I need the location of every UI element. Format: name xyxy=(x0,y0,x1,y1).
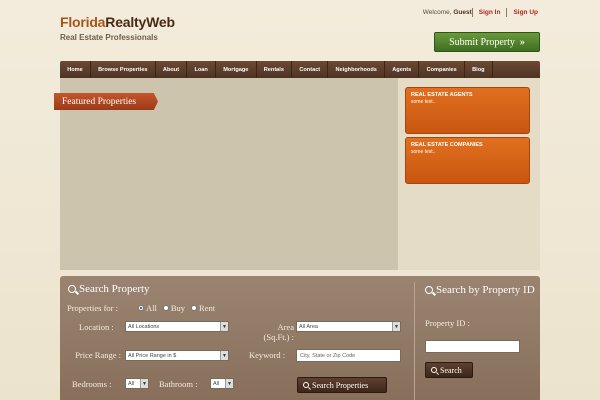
keyword-input[interactable]: City, State or Zip Code xyxy=(296,349,401,362)
search-icon xyxy=(431,367,437,373)
search-icon xyxy=(68,285,76,293)
nav-item-rentals[interactable]: Rentals xyxy=(257,61,293,78)
bedrooms-value: All xyxy=(128,380,135,387)
nav-item-contact[interactable]: Contact xyxy=(292,61,329,78)
search-properties-label: Search Properties xyxy=(312,380,369,390)
box-text: some text.. xyxy=(411,149,436,155)
bedrooms-label: Bedrooms : xyxy=(72,379,112,389)
box-text: some text.. xyxy=(411,99,436,105)
nav-item-home[interactable]: Home xyxy=(60,61,91,78)
chevron-down-icon: ▼ xyxy=(220,322,228,331)
nav-item-browse-properties[interactable]: Browse Properties xyxy=(91,61,156,78)
search-property-heading: Search Property xyxy=(68,283,150,295)
search-panel-divider xyxy=(414,282,415,400)
box-title: REAL ESTATE COMPANIES xyxy=(411,142,483,148)
sign-in-link[interactable]: Sign In xyxy=(473,9,507,16)
logo-part-1: Florida xyxy=(60,14,106,30)
radio-button-icon xyxy=(138,305,144,311)
radio-buy-label: Buy xyxy=(170,303,186,313)
search-by-id-title: Search by Property ID xyxy=(436,284,535,296)
real-estate-companies-box[interactable]: REAL ESTATE COMPANIES some text.. xyxy=(405,137,530,184)
radio-button-icon xyxy=(162,305,169,311)
chevron-down-icon: ▼ xyxy=(392,322,400,331)
bathroom-select[interactable]: All ▼ xyxy=(210,378,234,389)
keyword-label: Keyword : xyxy=(249,350,286,360)
featured-properties-title: Featured Properties xyxy=(54,93,158,110)
radio-buy[interactable]: Buy xyxy=(162,303,186,313)
nav-item-companies[interactable]: Companies xyxy=(419,61,465,78)
location-label: Location : xyxy=(79,322,114,332)
radio-all-label: All xyxy=(146,303,157,313)
price-range-select[interactable]: All Price Range in $ ▼ xyxy=(125,350,229,361)
search-property-title: Search Property xyxy=(79,283,150,295)
user-bar: Welcome, Guest Sign In Sign Up xyxy=(423,8,538,17)
search-by-id-button[interactable]: Search xyxy=(425,362,473,378)
properties-for-label: Properties for : xyxy=(67,303,118,313)
location-value: All Locations xyxy=(128,323,160,330)
submit-property-label: Submit Property xyxy=(449,36,515,48)
nav-item-agents[interactable]: Agents xyxy=(385,61,420,78)
search-by-id-heading: Search by Property ID xyxy=(425,284,537,296)
radio-rent[interactable]: Rent xyxy=(191,303,215,313)
radio-all[interactable]: All xyxy=(138,303,157,313)
bathroom-value: All xyxy=(213,380,220,387)
price-range-label: Price Range : xyxy=(75,350,121,360)
site-logo[interactable]: FloridaRealtyWeb xyxy=(60,14,175,30)
area-value: All Area xyxy=(299,323,318,330)
chevron-down-icon: ▼ xyxy=(220,351,228,360)
box-title: REAL ESTATE AGENTS xyxy=(411,92,473,98)
nav-item-neighborhoods[interactable]: Neighborhoods xyxy=(328,61,386,78)
guest-name: Guest xyxy=(453,9,472,16)
property-id-input[interactable] xyxy=(425,340,520,353)
area-label: Area (Sq.Ft.) : xyxy=(263,322,294,342)
chevron-down-icon: ▼ xyxy=(140,379,148,388)
properties-for-radios: All Buy Rent xyxy=(138,303,215,313)
nav-item-about[interactable]: About xyxy=(156,61,188,78)
nav-item-blog[interactable]: Blog xyxy=(465,61,493,78)
area-select[interactable]: All Area ▼ xyxy=(296,321,401,332)
sign-up-link[interactable]: Sign Up xyxy=(507,9,538,16)
main-nav: Home Browse Properties About Loan Mortgage Re… xyxy=(60,61,540,78)
property-id-label: Property ID : xyxy=(425,318,470,328)
radio-button-icon xyxy=(191,305,198,311)
search-by-id-label: Search xyxy=(440,365,462,375)
bathroom-label: Bathroom : xyxy=(159,379,198,389)
location-select[interactable]: All Locations ▼ xyxy=(125,321,229,332)
chevron-down-icon: ▼ xyxy=(225,379,233,388)
radio-rent-label: Rent xyxy=(199,303,216,313)
site-tagline: Real Estate Professionals xyxy=(60,33,158,42)
nav-item-mortgage[interactable]: Mortgage xyxy=(216,61,257,78)
nav-item-loan[interactable]: Loan xyxy=(187,61,217,78)
submit-property-button[interactable]: Submit Property » xyxy=(434,32,540,52)
search-icon xyxy=(303,382,309,388)
price-range-value: All Price Range in $ xyxy=(128,352,177,359)
search-properties-button[interactable]: Search Properties xyxy=(297,377,387,393)
bedrooms-select[interactable]: All ▼ xyxy=(125,378,149,389)
welcome-text: Welcome, xyxy=(422,9,452,16)
search-icon xyxy=(425,286,433,294)
real-estate-agents-box[interactable]: REAL ESTATE AGENTS some text.. xyxy=(405,87,530,134)
logo-part-2: RealtyWeb xyxy=(105,14,175,30)
page: FloridaRealtyWeb Real Estate Professiona… xyxy=(0,0,600,400)
double-chevron-right-icon: » xyxy=(519,36,525,48)
